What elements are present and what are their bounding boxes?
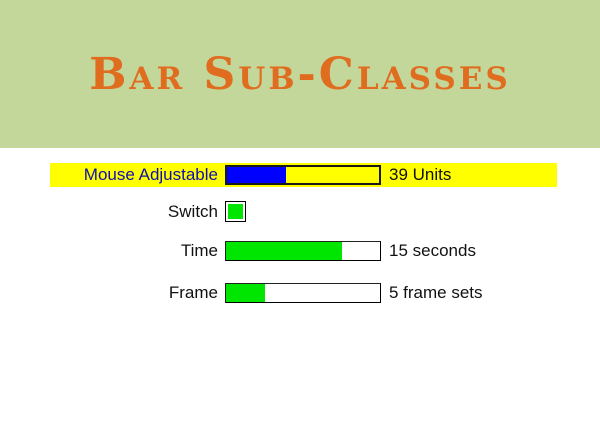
time-bar <box>225 241 381 261</box>
time-value: 15 seconds <box>389 241 476 260</box>
frame-value: 5 frame sets <box>389 283 483 302</box>
frame-row: Frame 5 frame sets <box>0 281 600 305</box>
frame-label: Frame <box>168 283 218 302</box>
switch-indicator <box>228 204 243 219</box>
mouse-adjustable-label: Mouse Adjustable <box>83 165 218 184</box>
frame-fill <box>226 284 265 302</box>
mouse-adjustable-value: 39 Units <box>389 165 452 184</box>
switch-row: Switch <box>0 200 600 224</box>
time-row: Time 15 seconds <box>0 239 600 263</box>
switch-label: Switch <box>167 202 218 221</box>
header-banner: Bar Sub-Classes <box>0 0 600 148</box>
mouse-adjustable-fill <box>227 167 287 183</box>
mouse-adjustable-bar[interactable] <box>225 165 381 185</box>
time-label: Time <box>180 241 218 260</box>
page-title: Bar Sub-Classes <box>89 49 511 100</box>
time-fill <box>226 242 342 260</box>
frame-bar <box>225 283 381 303</box>
switch-toggle[interactable] <box>225 201 246 222</box>
mouse-adjustable-row: Mouse Adjustable 39 Units <box>0 163 600 187</box>
